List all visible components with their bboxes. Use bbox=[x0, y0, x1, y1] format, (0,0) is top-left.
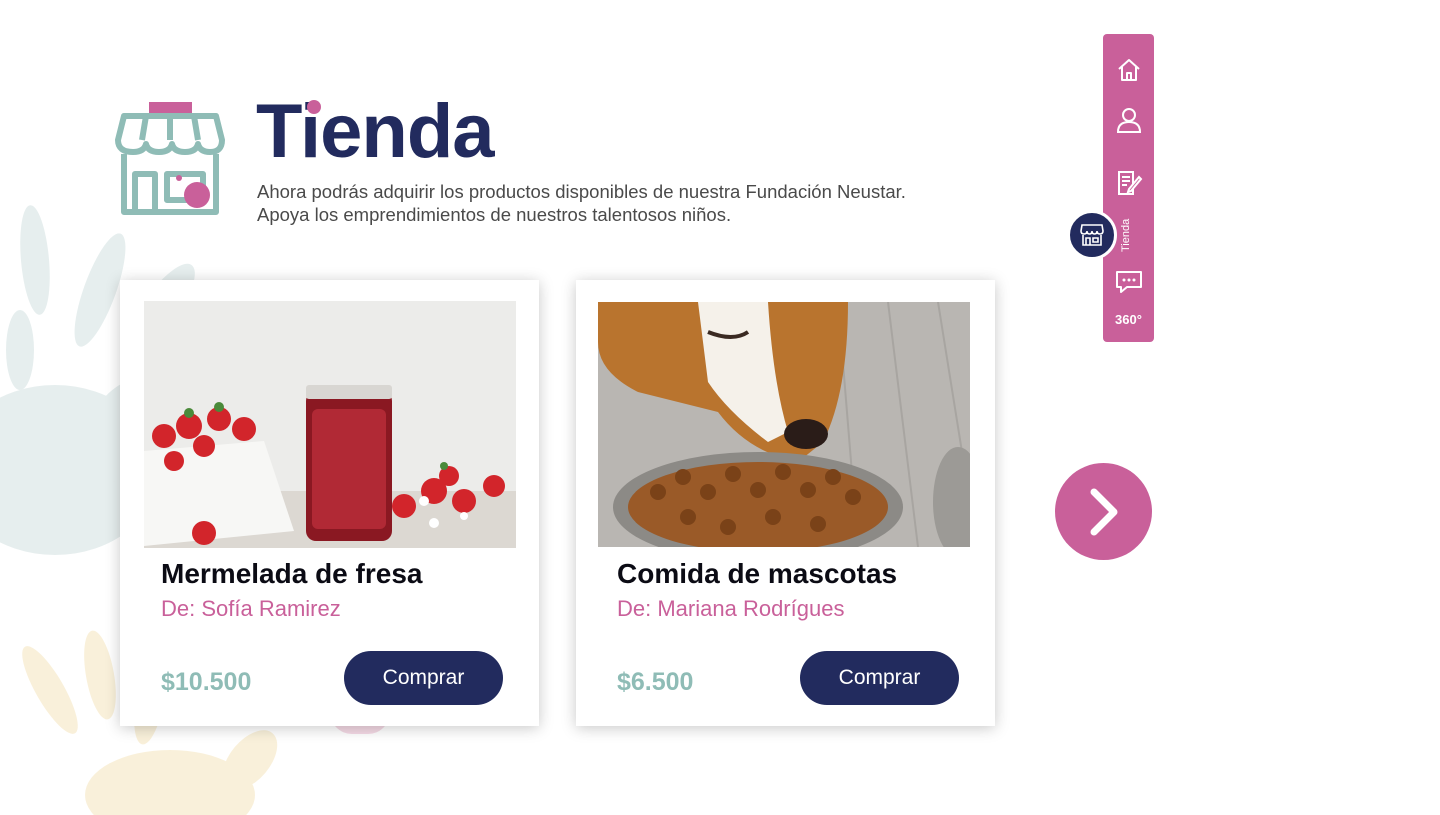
nav-edit[interactable] bbox=[1115, 169, 1143, 197]
nav-store[interactable] bbox=[1067, 210, 1117, 260]
store-icon bbox=[1080, 224, 1104, 246]
product-card: Mermelada de fresa De: Sofía Ramirez $10… bbox=[120, 280, 539, 726]
product-price: $6.500 bbox=[617, 668, 694, 696]
buy-button[interactable]: Comprar bbox=[344, 651, 503, 705]
chat-icon bbox=[1116, 271, 1142, 293]
buy-button[interactable]: Comprar bbox=[800, 651, 959, 705]
product-name: Mermelada de fresa bbox=[161, 558, 423, 589]
user-icon bbox=[1116, 108, 1142, 133]
store-icon bbox=[115, 102, 225, 215]
nav-profile[interactable] bbox=[1115, 106, 1143, 134]
product-author: De: Sofía Ramirez bbox=[161, 596, 341, 621]
side-nav bbox=[1103, 34, 1154, 342]
product-author: De: Mariana Rodrígues bbox=[617, 596, 845, 621]
home-icon bbox=[1118, 59, 1140, 81]
page-title: Tienda bbox=[256, 89, 495, 174]
product-image-strawberry-jam bbox=[144, 301, 516, 548]
product-price: $10.500 bbox=[161, 668, 252, 696]
nav-home[interactable] bbox=[1115, 56, 1143, 84]
nav-360-button[interactable]: 360° bbox=[1103, 312, 1154, 327]
product-name: Comida de mascotas bbox=[617, 558, 898, 589]
title-accent-dot bbox=[307, 100, 321, 114]
chevron-right-icon bbox=[1090, 488, 1117, 535]
next-button[interactable] bbox=[1055, 463, 1152, 560]
nav-active-label: Tienda bbox=[1120, 218, 1132, 252]
product-card: Comida de mascotas De: Mariana Rodrígues… bbox=[576, 280, 995, 726]
page-subtitle: Ahora podrás adquirir los productos disp… bbox=[257, 181, 906, 225]
product-image-pet-food bbox=[598, 302, 970, 547]
nav-chat[interactable] bbox=[1115, 268, 1143, 296]
edit-icon bbox=[1118, 171, 1143, 195]
